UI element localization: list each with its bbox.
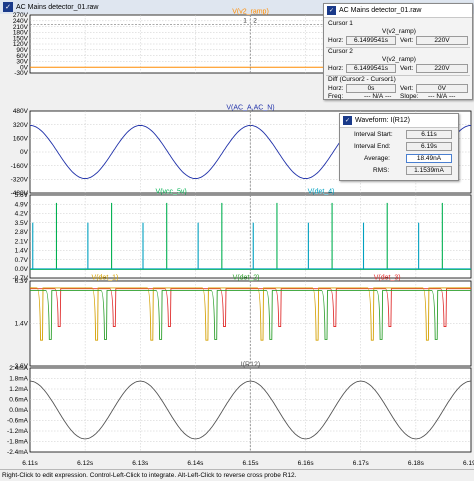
x-tick-label: 6.11s [22, 460, 38, 467]
cursor1-label: Cursor 1 [328, 20, 353, 27]
y-tick-label: 0.0mA [9, 407, 28, 414]
x-tick-label: 6.17s [353, 460, 370, 467]
trace-label: I(R12) [241, 362, 260, 369]
cursor1-marker: 1 [243, 18, 247, 25]
y-tick-label: 480V [13, 108, 29, 115]
y-tick-label: -0.6mA [7, 418, 29, 425]
interval-end-field[interactable]: 6.19s [406, 142, 452, 151]
waveform-measure-window[interactable]: ✓ Waveform: I(R12) Interval Start: 6.11s… [339, 113, 459, 181]
y-tick-label: 160V [13, 136, 29, 143]
trace-label: V(v2_ramp) [232, 9, 269, 16]
cursor-window-titlebar: ✓ AC Mains detector_01.raw [324, 4, 472, 18]
y-tick-label: -160V [11, 163, 29, 170]
cursor2-trace: V(v2_ramp) [382, 56, 416, 63]
ltspice-icon: ✓ [343, 116, 352, 125]
diff-slope-value: --- N/A --- [428, 93, 456, 100]
x-tick-label: 6.18s [408, 460, 425, 467]
cursor1-vert-field[interactable]: 220V [416, 36, 468, 45]
cursor2-marker: 2 [253, 18, 257, 25]
diff-freq-label: Freq: [328, 93, 344, 100]
diff-horz-label: Horz: [328, 85, 344, 92]
trace-label: V(det_3) [374, 275, 401, 282]
diff-slope-label: Slope: [400, 93, 419, 100]
cursor2-label: Cursor 2 [328, 48, 353, 55]
y-tick-label: 2.4mA [9, 365, 28, 372]
y-tick-label: -30V [14, 70, 28, 77]
interval-end-label: Interval End: [354, 143, 391, 150]
trace-label: V(det_2) [233, 275, 260, 282]
rms-label: RMS: [373, 167, 390, 174]
y-tick-label: -1.8mA [7, 439, 29, 446]
cursor-window-title: AC Mains detector_01.raw [339, 7, 422, 14]
x-tick-label: 6.16s [298, 460, 315, 467]
trace-label: V(AC_A,AC_N) [226, 105, 274, 112]
diff-vert-field[interactable]: 0V [416, 84, 468, 93]
y-tick-label: 1.2mA [9, 386, 28, 393]
x-tick-label: 6.19s [463, 460, 474, 467]
y-tick-label: 2.1V [15, 238, 29, 245]
status-bar: Right-Click to edit expression. Control-… [0, 469, 474, 480]
diff-horz-field[interactable]: 0s [346, 84, 396, 93]
y-tick-label: -320V [11, 177, 29, 184]
cursor2-horz-label: Horz: [328, 65, 344, 72]
cursor-readout-window[interactable]: ✓ AC Mains detector_01.raw Cursor 1 V(v2… [323, 3, 473, 100]
trace-label: V(det_4) [308, 189, 335, 196]
y-tick-label: 5.6V [15, 192, 29, 199]
cursor1-vert-label: Vert: [400, 37, 414, 44]
y-tick-label: -2.4mA [7, 449, 29, 456]
cursor2-horz-field[interactable]: 6.1499541s [346, 64, 396, 73]
rms-field[interactable]: 1.1539mA [406, 166, 452, 175]
x-tick-label: 6.13s [132, 460, 149, 467]
interval-start-field[interactable]: 6.11s [406, 130, 452, 139]
x-tick-label: 6.12s [77, 460, 94, 467]
y-tick-label: 2.8V [15, 229, 29, 236]
cursor2-vert-label: Vert: [400, 65, 414, 72]
y-tick-label: 0.6mA [9, 397, 28, 404]
cursor1-trace: V(v2_ramp) [382, 28, 416, 35]
diff-label: Diff (Cursor2 - Cursor1) [328, 76, 396, 83]
average-label: Average: [364, 155, 390, 162]
y-tick-label: 3.5V [15, 220, 29, 227]
cursor2-vert-field[interactable]: 220V [416, 64, 468, 73]
cursor1-horz-label: Horz: [328, 37, 344, 44]
y-tick-label: 4.9V [15, 201, 29, 208]
y-tick-label: 4.2V [15, 211, 29, 218]
y-tick-label: 1.8mA [9, 376, 28, 383]
measure-window-title: Waveform: I(R12) [355, 117, 410, 124]
x-tick-label: 6.15s [243, 460, 260, 467]
y-tick-label: 0V [20, 149, 29, 156]
y-tick-label: 0.7V [15, 257, 29, 264]
ltspice-icon: ✓ [327, 6, 336, 15]
y-tick-label: 1.4V [15, 248, 29, 255]
y-tick-label: 320V [13, 122, 29, 129]
measure-window-titlebar: ✓ Waveform: I(R12) [340, 114, 458, 128]
trace-label: V(vcc_5v) [156, 189, 187, 196]
interval-start-label: Interval Start: [354, 131, 393, 138]
cursor1-horz-field[interactable]: 6.1499541s [346, 36, 396, 45]
x-tick-label: 6.14s [187, 460, 204, 467]
y-tick-label: -1.2mA [7, 428, 29, 435]
trace-label: V(det_1) [92, 275, 119, 282]
y-tick-label: 1.4V [15, 321, 29, 328]
diff-freq-value: --- N/A --- [364, 93, 392, 100]
y-tick-label: 6.3V [15, 278, 29, 285]
y-tick-label: 0.0V [15, 266, 29, 273]
diff-vert-label: Vert: [400, 85, 414, 92]
average-field[interactable]: 18.49nA [406, 154, 452, 163]
